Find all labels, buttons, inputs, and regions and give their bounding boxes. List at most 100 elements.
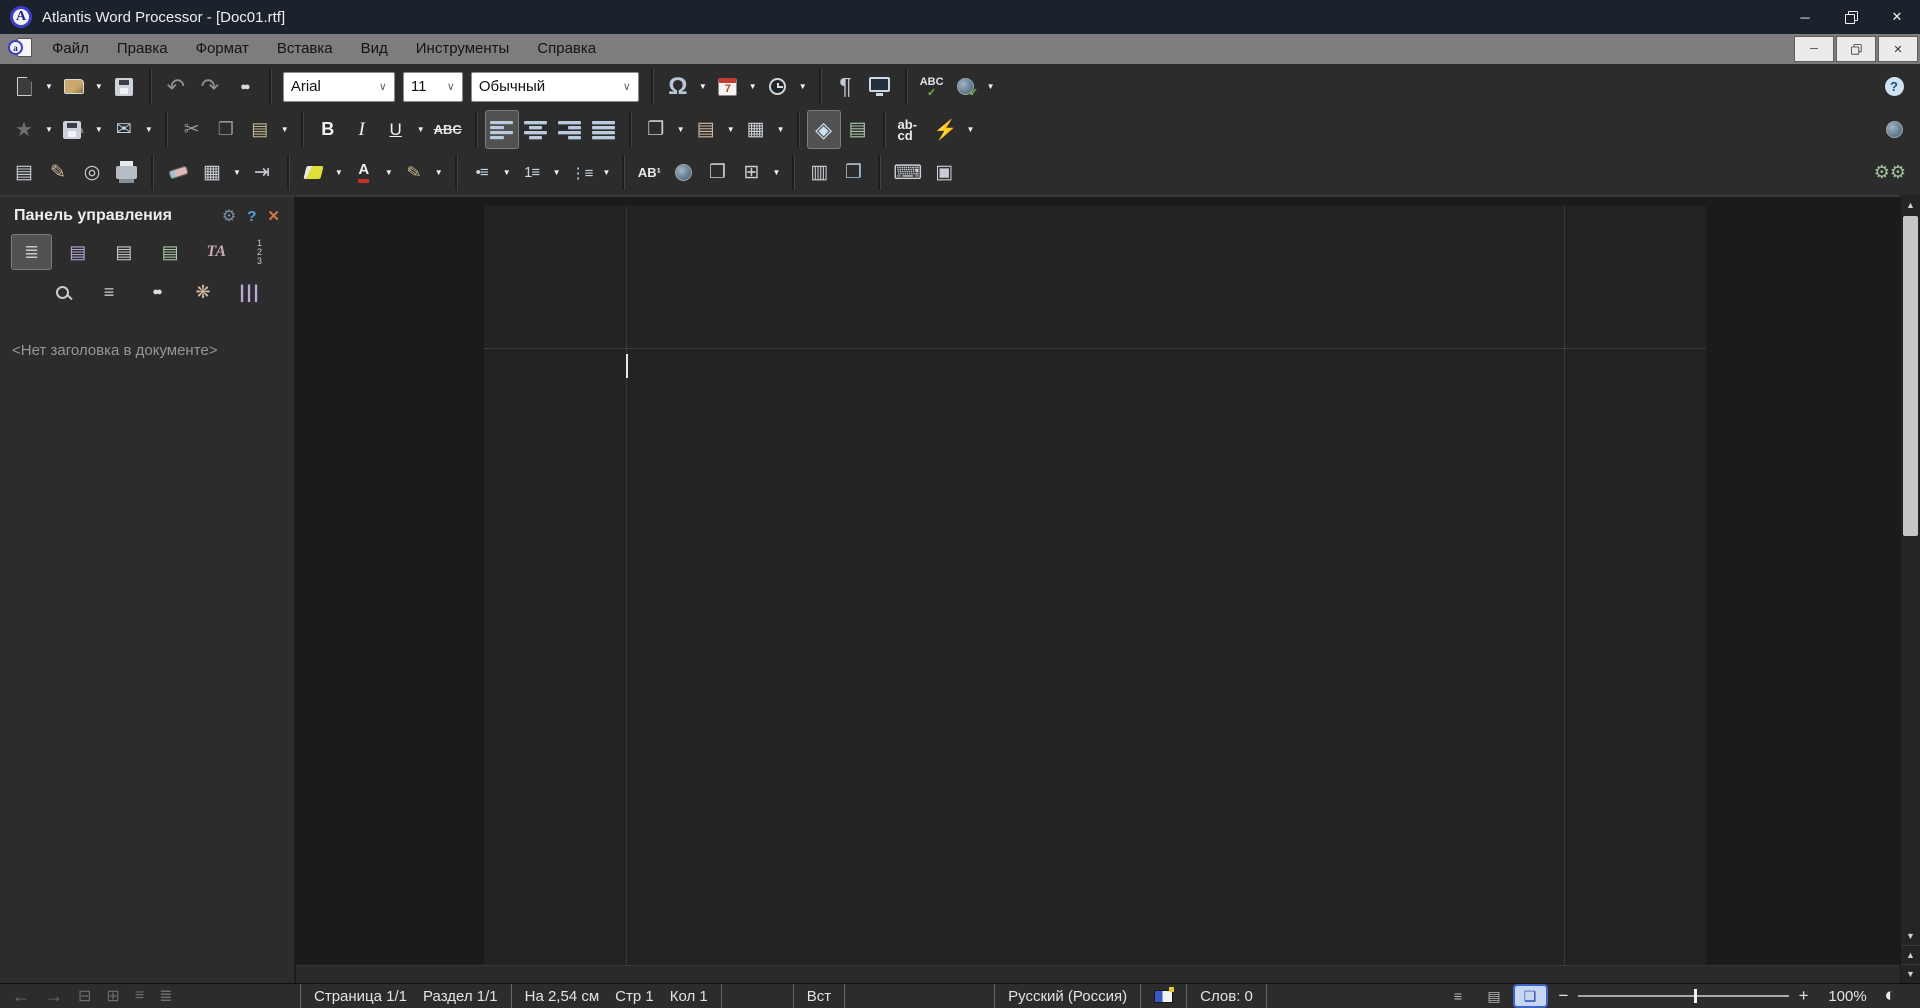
numbered-list-dropdown[interactable]: ▼ — [550, 168, 564, 177]
menu-insert[interactable]: Вставка — [263, 34, 347, 64]
zoom-out-button[interactable]: − — [1559, 986, 1569, 1006]
onscreen-keyboard-button[interactable]: ⌨ — [889, 154, 926, 191]
panel-tab-numbering[interactable]: 1 2 3 — [243, 235, 282, 269]
page-view-button[interactable]: ❑ — [1512, 984, 1548, 1008]
language-check-dropdown[interactable]: ▼ — [984, 82, 998, 91]
eraser-button[interactable] — [162, 154, 194, 191]
print-preview-button[interactable]: ◎ — [76, 154, 108, 191]
insert-table-button[interactable]: ⊞ — [735, 154, 767, 191]
full-screen-button[interactable] — [864, 68, 896, 105]
minimize-button[interactable]: ─ — [1782, 0, 1828, 34]
panel-search-button[interactable]: ●● — [136, 275, 176, 309]
previous-page-button[interactable]: ▲ — [1901, 945, 1920, 964]
booklet-button[interactable]: ❐ — [837, 154, 869, 191]
paste-button[interactable]: ▤ — [244, 111, 276, 148]
zoom-slider[interactable]: − + — [1559, 986, 1809, 1006]
paragraph-style-combo[interactable]: Обычный ∨ — [470, 71, 639, 102]
bullet-list-button[interactable]: •≡ — [466, 154, 498, 191]
autocorrect-dropdown[interactable]: ▼ — [964, 125, 978, 134]
bullet-list-dropdown[interactable]: ▼ — [500, 168, 514, 177]
save-button[interactable] — [108, 68, 140, 105]
panel-tab-marks[interactable]: ▤ — [151, 235, 190, 269]
insert-symbol-dropdown[interactable]: ▼ — [696, 82, 710, 91]
screenshot-document-button[interactable]: ▣ — [928, 154, 960, 191]
insert-time-dropdown[interactable]: ▼ — [796, 82, 810, 91]
zoom-slider-track[interactable] — [1578, 989, 1789, 1003]
copy-button[interactable]: ❐ — [210, 111, 242, 148]
send-email-dropdown[interactable]: ▼ — [142, 125, 156, 134]
favorites-button[interactable]: ★ — [8, 111, 40, 148]
insert-file-dropdown[interactable]: ▼ — [674, 125, 688, 134]
nav-forward-button[interactable]: → — [45, 986, 63, 1007]
nav-tool-4[interactable]: ≣ — [159, 986, 172, 1006]
close-button[interactable]: ✕ — [1874, 0, 1920, 34]
scrollbar-track[interactable] — [1901, 214, 1920, 926]
web-view-button[interactable]: ▤ — [1479, 986, 1510, 1006]
restore-button[interactable] — [1828, 0, 1874, 34]
open-document-button[interactable] — [58, 68, 90, 105]
hyphenation-button[interactable]: ab-cd — [894, 111, 928, 148]
menu-tools[interactable]: Инструменты — [402, 34, 524, 64]
autocorrect-button[interactable]: ⚡ — [930, 111, 962, 148]
panel-tab-outline[interactable]: ≣ — [10, 234, 53, 270]
panel-tab-notes[interactable]: ▤ — [104, 235, 143, 269]
web-button[interactable] — [1878, 111, 1910, 148]
align-center-button[interactable] — [520, 111, 552, 148]
menu-edit[interactable]: Правка — [103, 34, 182, 64]
font-color-dropdown[interactable]: ▼ — [382, 168, 396, 177]
new-document-dropdown[interactable]: ▼ — [42, 82, 56, 91]
open-document-dropdown[interactable]: ▼ — [92, 82, 106, 91]
font-family-combo[interactable]: Arial ∨ — [282, 71, 395, 102]
mail-merge-button[interactable]: ▤ — [8, 154, 40, 191]
underline-button[interactable]: U — [380, 111, 412, 148]
status-language[interactable]: Русский (Россия) — [994, 984, 1140, 1008]
theme-contrast-toggle[interactable]: ◐ — [1879, 985, 1908, 1007]
fit-page-button[interactable]: ◈ — [806, 110, 841, 149]
mdi-minimize-button[interactable]: ─ — [1794, 36, 1834, 62]
menu-format[interactable]: Формат — [182, 34, 263, 64]
find-button[interactable]: ●● — [228, 68, 260, 105]
language-check-button[interactable]: ✓ — [950, 68, 982, 105]
underline-dropdown[interactable]: ▼ — [414, 125, 428, 134]
show-formatting-marks-button[interactable]: ¶ — [830, 68, 862, 105]
scroll-up-button[interactable]: ▲ — [1901, 195, 1920, 214]
edit-document-button[interactable]: ✎ — [42, 154, 74, 191]
cut-button[interactable]: ✂ — [176, 111, 208, 148]
nav-tool-2[interactable]: ⊞ — [106, 986, 119, 1006]
draft-view-button[interactable]: ≡ — [1443, 986, 1474, 1006]
panel-tab-fonts[interactable]: ТА — [197, 235, 236, 269]
user-options-button[interactable]: ⚙ ⚙ — [1870, 154, 1910, 191]
insert-symbol-button[interactable]: Ω — [662, 68, 694, 105]
insert-picture-dropdown[interactable]: ▼ — [724, 125, 738, 134]
multilevel-list-dropdown[interactable]: ▼ — [600, 168, 614, 177]
zoom-slider-thumb[interactable] — [1694, 989, 1698, 1003]
bookmarks-button[interactable] — [667, 154, 699, 191]
panel-bookmarks-button[interactable]: ||| — [230, 275, 270, 309]
highlight-dropdown[interactable]: ▼ — [332, 168, 346, 177]
favorites-dropdown[interactable]: ▼ — [42, 125, 56, 134]
panel-zoom-button[interactable] — [42, 275, 82, 309]
status-dictionary-button[interactable] — [1140, 984, 1186, 1008]
font-size-combo[interactable]: 11 ∨ — [402, 71, 463, 102]
panel-palette-button[interactable]: ❋ — [183, 275, 223, 309]
highlight-button[interactable] — [298, 154, 330, 191]
document-properties-button[interactable]: ▤ — [842, 111, 874, 148]
panel-help-icon[interactable]: ? — [247, 208, 256, 225]
insert-frame-dropdown[interactable]: ▼ — [774, 125, 788, 134]
save-special-button[interactable]: ✎ — [58, 111, 90, 148]
status-insert-mode[interactable]: Вст — [792, 984, 844, 1008]
scrollbar-thumb[interactable] — [1903, 216, 1918, 536]
menu-view[interactable]: Вид — [347, 34, 402, 64]
insert-date-dropdown[interactable]: ▼ — [746, 82, 760, 91]
zoom-in-button[interactable]: + — [1799, 986, 1809, 1006]
status-word-count[interactable]: Слов: 0 — [1186, 984, 1267, 1008]
new-document-button[interactable] — [8, 68, 40, 105]
horizontal-scrollbar[interactable] — [296, 965, 1900, 983]
insert-time-button[interactable] — [762, 68, 794, 105]
scroll-down-button[interactable]: ▼ — [1901, 926, 1920, 945]
bold-button[interactable]: B — [312, 111, 344, 148]
align-right-button[interactable] — [554, 111, 586, 148]
mdi-restore-button[interactable] — [1836, 36, 1876, 62]
table-borders-dropdown[interactable]: ▼ — [230, 168, 244, 177]
print-button[interactable] — [110, 154, 142, 191]
